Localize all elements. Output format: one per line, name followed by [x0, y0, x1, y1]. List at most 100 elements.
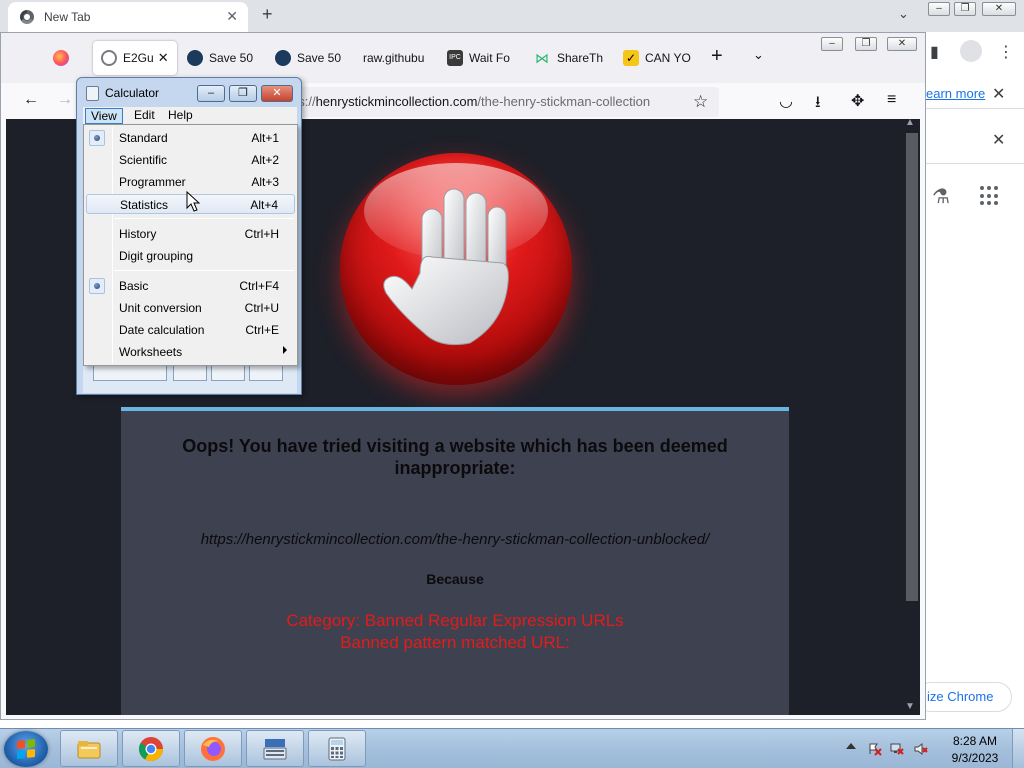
apps-grid-icon[interactable] — [980, 186, 1000, 206]
menu-help[interactable]: Help — [163, 108, 198, 124]
profile-avatar[interactable] — [960, 40, 982, 62]
show-hidden-icons-icon[interactable] — [846, 743, 856, 749]
list-all-tabs-icon[interactable]: ⌄ — [753, 47, 764, 63]
menu-item-digit-grouping[interactable]: Digit grouping — [86, 246, 295, 266]
steam-icon — [275, 50, 291, 66]
learn-more-link[interactable]: earn more — [926, 86, 985, 101]
chrome-tab-strip: New Tab ✕ + ⌄ – ❐ ✕ — [0, 0, 1024, 32]
share-icon: ⋈ — [535, 50, 549, 66]
restore-button[interactable]: ❐ — [855, 37, 877, 51]
minimize-button[interactable]: – — [821, 37, 843, 51]
close-icon[interactable]: ✕ — [226, 8, 238, 25]
new-tab-button[interactable]: + — [262, 4, 273, 25]
firefox-tab[interactable]: ⋈ ShareTh — [535, 41, 603, 75]
firefox-icon — [201, 736, 225, 761]
calculator-titlebar[interactable]: Calculator – ❐ ✕ — [77, 78, 301, 108]
close-window-button[interactable]: ✕ — [261, 85, 293, 102]
menu-edit[interactable]: Edit — [129, 108, 160, 124]
firefox-tab[interactable]: IPC Wait Fo — [447, 41, 517, 75]
notice-banner — [926, 108, 1024, 164]
warning-title: Oops! You have tried visiting a website … — [182, 436, 728, 478]
ipc-icon: IPC — [447, 50, 463, 66]
scroll-up-arrow-icon[interactable]: ▲ — [905, 119, 915, 128]
calculator-key[interactable] — [249, 365, 283, 381]
close-icon[interactable]: ✕ — [992, 84, 1005, 104]
window-controls: – ❐ ✕ — [821, 37, 921, 53]
restore-button[interactable]: ❐ — [954, 2, 976, 16]
taskbar-onscreen-keyboard[interactable] — [246, 730, 304, 767]
firefox-tab[interactable]: ✓ CAN YO — [623, 41, 691, 75]
clock-date[interactable]: 9/3/2023 — [948, 751, 1002, 765]
side-panel-icon[interactable]: ▮ — [930, 42, 939, 62]
minimize-button[interactable]: – — [928, 2, 950, 16]
tab-label: E2Gu — [123, 51, 154, 65]
calculator-key[interactable] — [93, 365, 167, 381]
chrome-icon — [20, 10, 34, 24]
chrome-tab-new-tab[interactable]: New Tab ✕ — [8, 2, 248, 32]
firefox-icon — [53, 50, 69, 66]
clock-time[interactable]: 8:28 AM — [950, 734, 1000, 748]
windows-logo-icon — [17, 739, 35, 759]
firefox-tab[interactable]: Save 50 — [187, 41, 257, 75]
minimize-button[interactable]: – — [197, 85, 225, 102]
calculator-menubar: View Edit Help — [83, 107, 297, 125]
tab-label: Save 50 — [209, 51, 254, 65]
menu-item-programmer[interactable]: Programmer Alt+3 — [86, 172, 295, 192]
url-text[interactable]: ps://henrystickmincollection.com/the-hen… — [291, 94, 683, 109]
menu-item-history[interactable]: History Ctrl+H — [86, 224, 295, 244]
block-reason: Category: Banned Regular Expression URLs… — [121, 610, 789, 654]
new-tab-button[interactable]: + — [711, 45, 723, 68]
taskbar-explorer[interactable] — [60, 730, 118, 767]
pocket-icon[interactable]: ◡ — [779, 91, 793, 111]
start-button[interactable] — [4, 731, 48, 767]
menu-item-basic[interactable]: Basic Ctrl+F4 — [86, 276, 295, 296]
menu-item-standard[interactable]: Standard Alt+1 — [86, 128, 295, 148]
close-icon[interactable]: ✕ — [992, 130, 1005, 150]
close-window-button[interactable]: ✕ — [982, 2, 1016, 16]
calculator-title: Calculator — [105, 86, 160, 100]
url-bar[interactable]: ps://henrystickmincollection.com/the-hen… — [291, 87, 719, 117]
taskbar-chrome[interactable] — [122, 730, 180, 767]
menu-item-date-calculation[interactable]: Date calculation Ctrl+E — [86, 320, 295, 340]
mouse-pointer-icon — [186, 191, 200, 212]
flask-icon[interactable]: ⚗ — [932, 184, 950, 209]
close-window-button[interactable]: ✕ — [887, 37, 917, 51]
scrollbar-thumb[interactable] — [906, 133, 918, 601]
forward-arrow-icon[interactable]: → — [57, 91, 73, 109]
menu-item-unit-conversion[interactable]: Unit conversion Ctrl+U — [86, 298, 295, 318]
chevron-down-icon[interactable]: ⌄ — [898, 6, 909, 22]
firefox-tab[interactable]: raw.githubu — [363, 41, 429, 75]
firefox-tab-active[interactable]: E2Gu ✕ — [93, 41, 177, 75]
calculator-key[interactable] — [211, 365, 245, 381]
block-category: Category: Banned Regular Expression URLs — [286, 611, 624, 630]
radio-selected-icon — [89, 278, 105, 294]
download-icon[interactable]: ⭳ — [815, 91, 821, 118]
calculator-icon — [86, 86, 99, 101]
back-arrow-icon[interactable]: ← — [23, 91, 39, 109]
network-icon[interactable] — [890, 742, 904, 756]
action-center-icon[interactable] — [868, 742, 882, 756]
calculator-key[interactable] — [173, 365, 207, 381]
taskbar-calculator[interactable] — [308, 730, 366, 767]
customize-chrome-button[interactable]: ize Chrome — [916, 682, 1012, 712]
close-icon[interactable]: ✕ — [158, 50, 169, 66]
firefox-tab[interactable]: Save 50 — [275, 41, 345, 75]
taskbar: 8:28 AM 9/3/2023 — [0, 728, 1024, 768]
menu-item-worksheets[interactable]: Worksheets — [86, 342, 295, 362]
tab-label: raw.githubu — [363, 51, 425, 65]
chrome-icon — [138, 736, 163, 761]
volume-muted-icon[interactable] — [914, 742, 928, 756]
scroll-down-arrow-icon[interactable]: ▼ — [905, 701, 915, 712]
taskbar-firefox[interactable] — [184, 730, 242, 767]
hamburger-menu-icon[interactable]: ≡ — [887, 91, 896, 109]
kebab-menu-icon[interactable]: ⋮ — [998, 42, 1014, 62]
menu-separator — [114, 270, 294, 271]
extensions-icon[interactable]: ✥ — [851, 91, 864, 111]
menu-view[interactable]: View — [85, 108, 123, 124]
bookmark-star-icon[interactable]: ☆ — [693, 92, 708, 112]
show-desktop-button[interactable] — [1012, 729, 1024, 768]
menu-item-scientific[interactable]: Scientific Alt+2 — [86, 150, 295, 170]
firefox-tab-overview[interactable] — [53, 41, 75, 75]
restore-button[interactable]: ❐ — [229, 85, 257, 102]
chrome-new-tab-content — [926, 76, 1024, 728]
